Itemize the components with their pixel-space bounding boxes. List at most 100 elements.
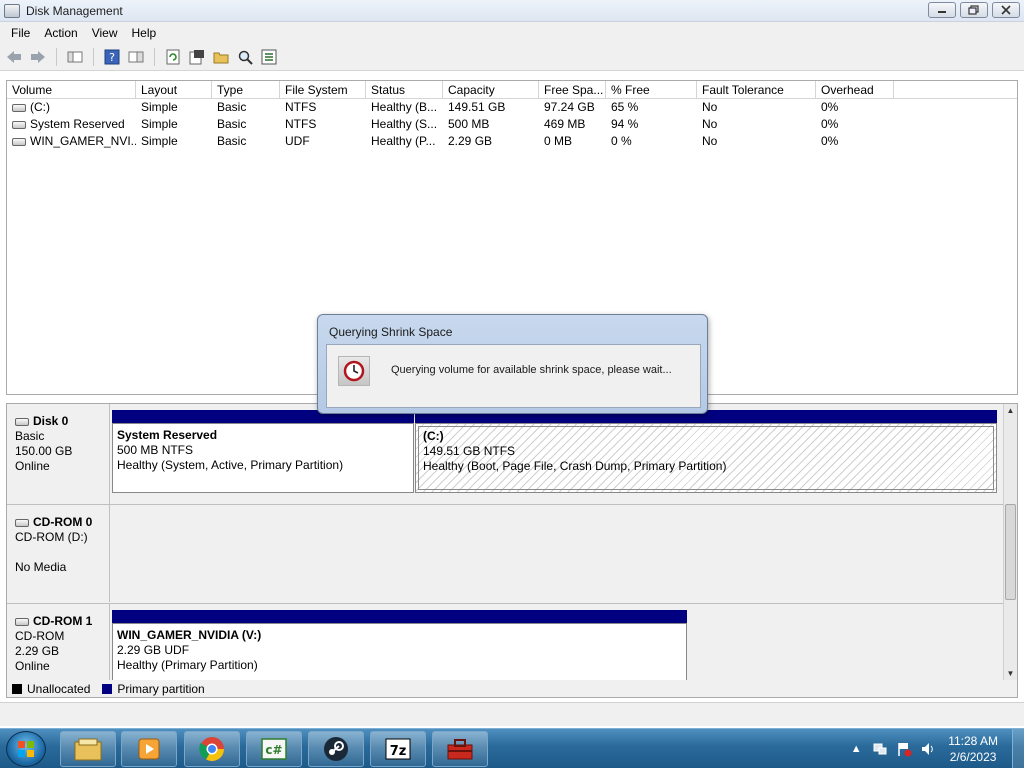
volume-overhead: 0% bbox=[821, 117, 839, 131]
close-button[interactable] bbox=[992, 2, 1020, 18]
cd-drive-icon bbox=[15, 518, 29, 527]
status-bar bbox=[0, 702, 1024, 726]
search-button[interactable] bbox=[235, 47, 255, 67]
clock-icon bbox=[338, 356, 370, 386]
volume-row-win-gamer-nvidia[interactable]: WIN_GAMER_NVI... Simple Basic UDF Health… bbox=[7, 133, 1017, 150]
close-icon bbox=[1001, 5, 1011, 15]
column-header-file-system[interactable]: File System bbox=[280, 81, 366, 98]
primary-partition-swatch bbox=[102, 683, 113, 694]
start-button[interactable] bbox=[6, 731, 46, 767]
back-button[interactable] bbox=[4, 47, 24, 67]
taskbar-file-explorer[interactable] bbox=[60, 731, 116, 767]
cdrom-1-partitions: WIN_GAMER_NVIDIA (V:) 2.29 GB UDF Health… bbox=[110, 604, 1003, 681]
taskbar-steam[interactable] bbox=[308, 731, 364, 767]
forward-icon bbox=[31, 50, 45, 63]
menu-action[interactable]: Action bbox=[37, 26, 84, 40]
minimize-button[interactable] bbox=[928, 2, 956, 18]
disk-map-scrollbar[interactable]: ▲ ▼ bbox=[1003, 404, 1017, 680]
show-hide-button[interactable] bbox=[126, 47, 146, 67]
properties-button[interactable] bbox=[187, 47, 207, 67]
column-header-capacity[interactable]: Capacity bbox=[443, 81, 539, 98]
menu-view[interactable]: View bbox=[85, 26, 125, 40]
column-header-volume[interactable]: Volume bbox=[7, 81, 136, 98]
cdrom-1-label[interactable]: CD-ROM 1 CD-ROM 2.29 GB Online bbox=[7, 604, 110, 681]
scroll-down-arrow-icon[interactable]: ▼ bbox=[1004, 667, 1017, 680]
volume-type: Basic bbox=[217, 117, 247, 131]
show-desktop-button[interactable] bbox=[1012, 729, 1024, 768]
file-explorer-icon bbox=[74, 738, 102, 761]
action-center-flag-icon[interactable] bbox=[896, 741, 912, 757]
taskbar-clock[interactable]: 11:28 AM 2/6/2023 bbox=[948, 733, 998, 765]
unallocated-swatch bbox=[12, 683, 22, 694]
disk-0-row: Disk 0 Basic 150.00 GB Online System Res… bbox=[7, 404, 1003, 504]
volume-status: Healthy (P... bbox=[371, 134, 436, 148]
partition-win-gamer-nvidia[interactable]: WIN_GAMER_NVIDIA (V:) 2.29 GB UDF Health… bbox=[112, 610, 687, 681]
drive-icon bbox=[12, 120, 26, 129]
dialog-body: Querying volume for available shrink spa… bbox=[326, 344, 701, 408]
volume-layout: Simple bbox=[141, 134, 178, 148]
volume-type: Basic bbox=[217, 134, 247, 148]
cdrom-0-label[interactable]: CD-ROM 0 CD-ROM (D:) No Media bbox=[7, 505, 110, 602]
drive-icon bbox=[12, 103, 26, 112]
volume-row-system-reserved[interactable]: System Reserved Simple Basic NTFS Health… bbox=[7, 116, 1017, 133]
taskbar-7zip[interactable]: 7z bbox=[370, 731, 426, 767]
scrollbar-thumb[interactable] bbox=[1005, 504, 1016, 600]
properties-icon bbox=[189, 49, 204, 64]
volume-name: (C:) bbox=[30, 100, 50, 114]
partition-size: 500 MB NTFS bbox=[117, 443, 194, 457]
minimize-icon bbox=[938, 11, 946, 13]
volume-name: WIN_GAMER_NVI... bbox=[30, 134, 136, 148]
scroll-up-arrow-icon[interactable]: ▲ bbox=[1004, 404, 1017, 417]
volume-icon[interactable] bbox=[920, 741, 936, 757]
steam-icon bbox=[324, 737, 348, 761]
volume-status: Healthy (S... bbox=[371, 117, 438, 131]
querying-shrink-space-dialog[interactable]: Querying Shrink Space Querying volume fo… bbox=[317, 314, 708, 414]
volume-row-c[interactable]: (C:) Simple Basic NTFS Healthy (B... 149… bbox=[7, 99, 1017, 116]
network-icon[interactable] bbox=[872, 741, 888, 757]
forward-button[interactable] bbox=[28, 47, 48, 67]
volume-capacity: 149.51 GB bbox=[448, 100, 506, 114]
console-tree-button[interactable] bbox=[65, 47, 85, 67]
disk-type: Basic bbox=[15, 429, 45, 443]
menu-help[interactable]: Help bbox=[125, 26, 164, 40]
show-hidden-icons-icon[interactable]: ▲ bbox=[848, 741, 864, 757]
volume-free-space: 469 MB bbox=[544, 117, 586, 131]
disk-name: CD-ROM 0 bbox=[33, 515, 93, 529]
menu-file[interactable]: File bbox=[4, 26, 37, 40]
taskbar-toolbox[interactable] bbox=[432, 731, 488, 767]
disk-name: Disk 0 bbox=[33, 414, 69, 428]
restore-button[interactable] bbox=[960, 2, 988, 18]
toolbox-icon bbox=[447, 739, 473, 760]
column-header-percent-free[interactable]: % Free bbox=[606, 81, 697, 98]
options-button[interactable] bbox=[259, 47, 279, 67]
partition-c[interactable]: (C:) 149.51 GB NTFS Healthy (Boot, Page … bbox=[415, 410, 997, 493]
volume-capacity: 500 MB bbox=[448, 117, 490, 131]
taskbar-csharp[interactable]: c# bbox=[246, 731, 302, 767]
volume-percent-free: 0 % bbox=[611, 134, 632, 148]
volume-percent-free: 65 % bbox=[611, 100, 639, 114]
column-header-overhead[interactable]: Overhead bbox=[816, 81, 894, 98]
disk-type: CD-ROM bbox=[15, 629, 65, 643]
partition-system-reserved[interactable]: System Reserved 500 MB NTFS Healthy (Sys… bbox=[112, 410, 414, 493]
help-button[interactable]: ? bbox=[102, 47, 122, 67]
volume-capacity: 2.29 GB bbox=[448, 134, 493, 148]
volume-file-system: NTFS bbox=[285, 117, 317, 131]
system-tray: ▲ 11:28 AM 2/6/2023 bbox=[844, 729, 1024, 768]
disk-0-label[interactable]: Disk 0 Basic 150.00 GB Online bbox=[7, 404, 110, 504]
refresh-button[interactable] bbox=[163, 47, 183, 67]
chrome-icon bbox=[199, 737, 224, 762]
7zip-icon: 7z bbox=[385, 738, 411, 760]
column-header-type[interactable]: Type bbox=[212, 81, 280, 98]
volume-free-space: 0 MB bbox=[544, 134, 573, 148]
column-header-free-space[interactable]: Free Spa... bbox=[539, 81, 606, 98]
taskbar-chrome[interactable] bbox=[184, 731, 240, 767]
partition-size: 2.29 GB UDF bbox=[117, 643, 190, 657]
window-title: Disk Management bbox=[26, 3, 123, 18]
column-header-status[interactable]: Status bbox=[366, 81, 443, 98]
toolbar: ? bbox=[0, 43, 1024, 71]
column-header-fault-tolerance[interactable]: Fault Tolerance bbox=[697, 81, 816, 98]
column-header-layout[interactable]: Layout bbox=[136, 81, 212, 98]
open-button[interactable] bbox=[211, 47, 231, 67]
volume-overhead: 0% bbox=[821, 134, 839, 148]
taskbar-media-player[interactable] bbox=[121, 731, 177, 767]
